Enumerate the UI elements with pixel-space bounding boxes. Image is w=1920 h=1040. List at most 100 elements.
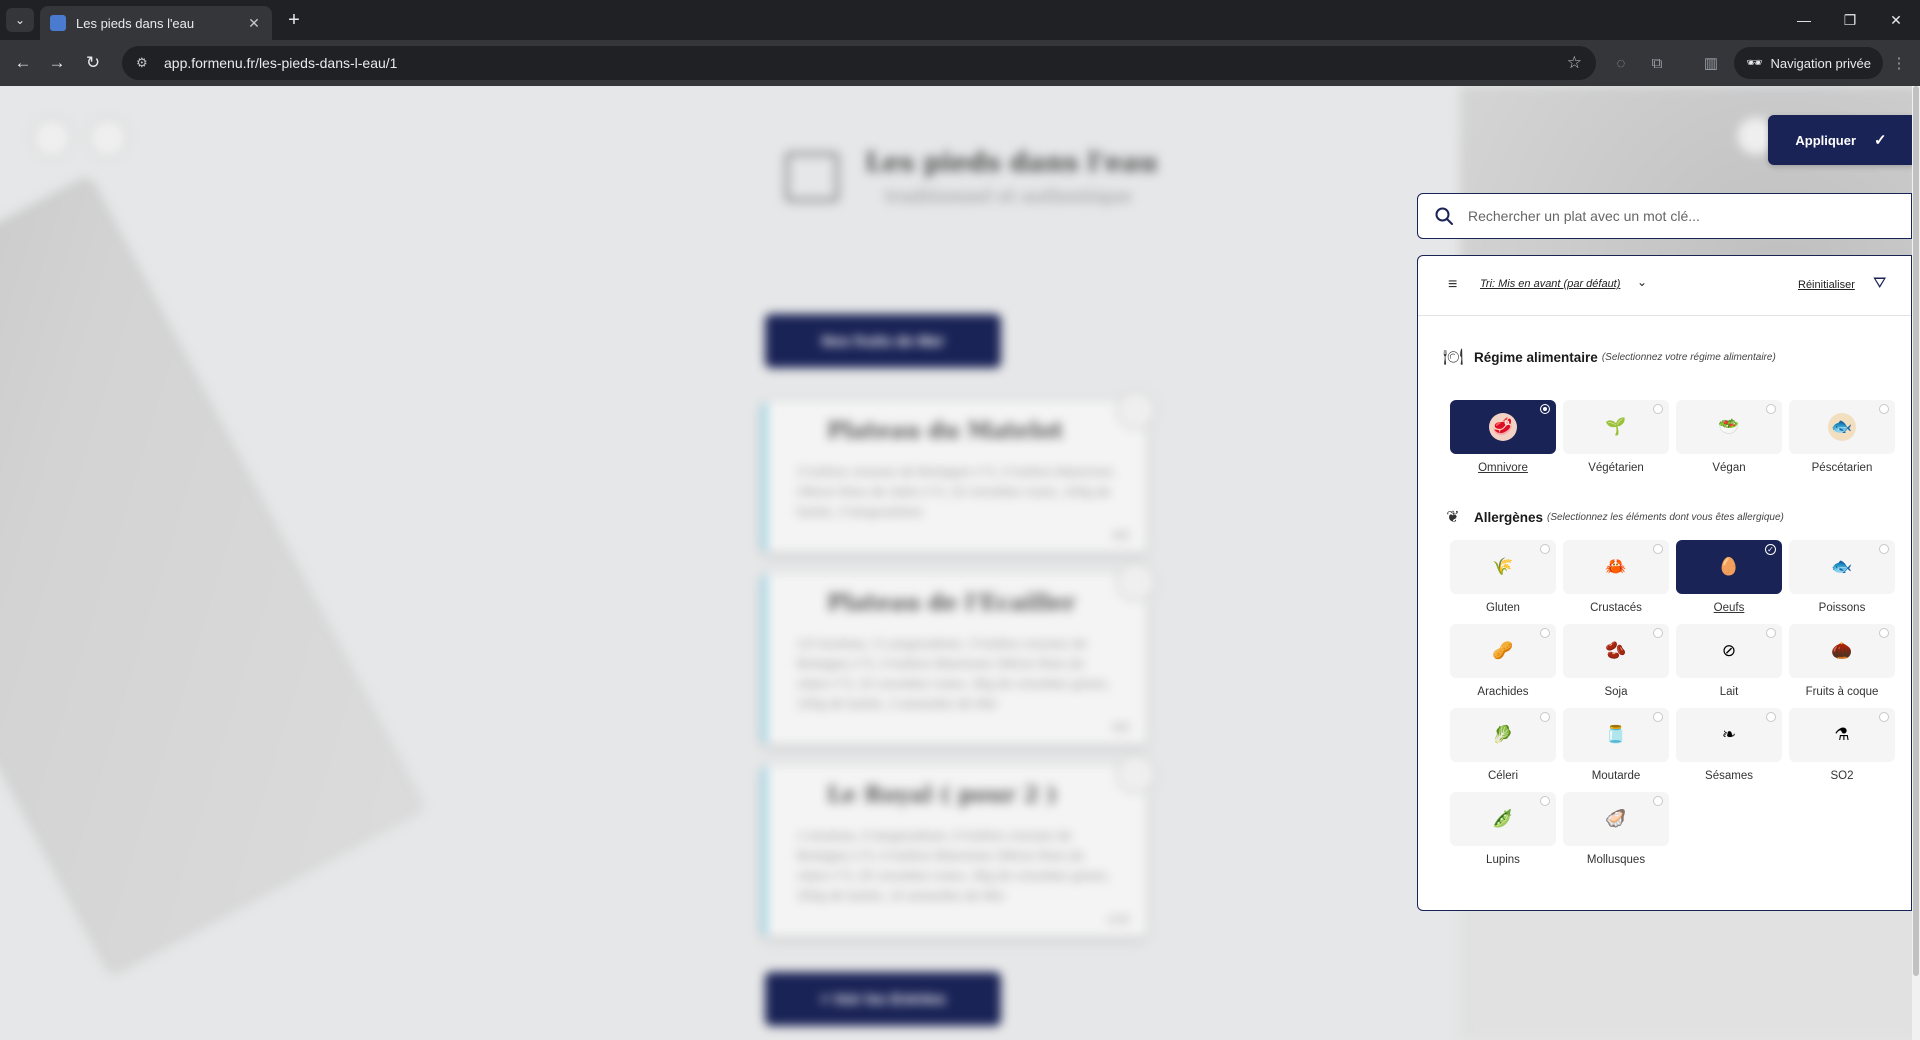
allergen-card[interactable]: ⚗ [1789,708,1895,762]
browser-tab[interactable]: Les pieds dans l'eau ✕ [40,6,272,40]
check-icon: ✓ [1874,132,1887,149]
back-icon[interactable]: ← [10,50,36,76]
allergen-card[interactable]: ⊘ [1676,624,1782,678]
reload-icon[interactable]: ↻ [80,50,106,76]
allergen-card[interactable]: 🫘 [1563,624,1669,678]
dish-favorite-button[interactable] [1116,390,1156,430]
more-menu-icon[interactable]: ⋮ [1888,52,1910,74]
egg-icon: 🥚 [1718,557,1740,576]
dish-price: 115€ [1106,914,1130,926]
checkbox [1540,712,1550,722]
sprout-icon: 🌱 [1605,417,1627,436]
allergen-card[interactable]: 🫛 [1450,792,1556,846]
dish-card[interactable]: Plateau du Matelot 3 huîtres creuses de … [762,390,1156,552]
diet-card[interactable]: 🐟 [1789,400,1895,454]
allergen-card[interactable]: 🌾 [1450,540,1556,594]
browser-toolbar: ← → ↻ ⚙ app.formenu.fr/les-pieds-dans-l-… [0,40,1920,86]
diet-card[interactable]: 🥗 [1676,400,1782,454]
diet-card[interactable]: 🌱 [1563,400,1669,454]
dish-favorite-button[interactable] [1116,562,1156,602]
allergen-card[interactable]: ❧ [1676,708,1782,762]
radio [1879,404,1889,414]
sort-icon[interactable]: ≡ [1448,276,1464,293]
sort-dropdown[interactable]: Tri: Mis en avant (par défaut) [1480,278,1620,290]
allergen-option-crustaces[interactable]: 🦀 Crustacés [1563,540,1669,614]
allergen-card[interactable]: 🦀 [1563,540,1669,594]
url-text: app.formenu.fr/les-pieds-dans-l-eau/1 [164,55,398,71]
bookmark-star-icon[interactable]: ☆ [1567,53,1582,73]
allergen-label: Soja [1604,686,1628,698]
allergen-option-sesames[interactable]: ❧ Sésames [1676,708,1782,782]
close-tab-icon[interactable]: ✕ [246,15,262,32]
allergen-label: Mollusques [1586,854,1646,866]
dish-favorite-button[interactable] [1116,754,1156,794]
diet-option-vegan[interactable]: 🥗 Végan [1676,400,1782,474]
checkbox [1653,544,1663,554]
diet-card[interactable]: 🥩 [1450,400,1556,454]
side-panel-icon[interactable]: ▥ [1700,52,1722,74]
allergen-option-arachides[interactable]: 🥜 Arachides [1450,624,1556,698]
allergen-label: Sésames [1705,770,1753,782]
extensions-icon[interactable]: ⧉ [1646,52,1668,74]
allergen-card[interactable]: 🐟 [1789,540,1895,594]
minimize-icon[interactable]: — [1790,8,1818,32]
menu-back-button[interactable] [32,118,72,158]
allergen-card[interactable]: 🥬 [1450,708,1556,762]
allergen-card[interactable]: 🌰 [1789,624,1895,678]
diet-option-omnivore[interactable]: 🥩 Omnivore [1450,400,1556,474]
diet-label: Végétarien [1588,462,1644,474]
peanut-icon: 🥜 [1492,641,1514,660]
allergen-card[interactable]: 🫙 [1563,708,1669,762]
allergen-option-celeri[interactable]: 🥬 Céleri [1450,708,1556,782]
nut-icon: 🌰 [1831,641,1853,660]
allergen-option-so2[interactable]: ⚗ SO2 [1789,708,1895,782]
chevron-down-icon[interactable]: ⌄ [1637,275,1647,289]
search-box[interactable] [1417,193,1912,239]
allergen-option-moutarde[interactable]: 🫙 Moutarde [1563,708,1669,782]
allergen-option-lait[interactable]: ⊘ Lait [1676,624,1782,698]
wheat-icon: 🌾 [1492,557,1514,576]
filter-reset-icon[interactable]: ⛛ [1873,275,1886,293]
incognito-badge[interactable]: 🕶 Navigation privée [1734,47,1883,79]
site-info-icon[interactable]: ⚙ [136,55,152,71]
diet-option-pescetarien[interactable]: 🐟 Péscétarien [1789,400,1895,474]
address-bar[interactable]: ⚙ app.formenu.fr/les-pieds-dans-l-eau/1 … [122,46,1596,80]
checkbox [1653,628,1663,638]
dish-title: Le Royal ( pour 2 ) [827,782,1057,808]
allergens-hint: (Selectionnez les éléments dont vous ête… [1547,511,1784,523]
diet-option-vegetarien[interactable]: 🌱 Végétarien [1563,400,1669,474]
dish-card[interactable]: Le Royal ( pour 2 ) 1 tourteau, 6 langou… [762,754,1156,936]
scrollbar-thumb[interactable] [1913,86,1919,976]
forward-icon[interactable]: → [44,50,70,76]
category-button[interactable]: Nos fruits de Mer [765,314,1001,368]
see-starters-button[interactable]: < Voir les Entrées [765,972,1001,1026]
page-scrollbar[interactable] [1912,86,1920,1040]
allergen-option-oeufs[interactable]: ✓ 🥚 Oeufs [1676,540,1782,614]
allergen-option-mollusques[interactable]: 🦪 Mollusques [1563,792,1669,866]
allergen-label: Lait [1719,686,1739,698]
menu-language-button[interactable] [88,118,128,158]
eye-off-icon[interactable]: ◌ [1610,52,1632,74]
restore-icon[interactable]: ❐ [1836,8,1864,32]
allergen-option-lupins[interactable]: 🫛 Lupins [1450,792,1556,866]
allergen-option-gluten[interactable]: 🌾 Gluten [1450,540,1556,614]
celery-icon: 🥬 [1492,725,1514,744]
search-input[interactable] [1468,208,1911,224]
allergen-label: Poissons [1818,602,1866,614]
allergen-card[interactable]: ✓ 🥚 [1676,540,1782,594]
close-window-icon[interactable]: ✕ [1882,8,1910,32]
checkbox [1653,712,1663,722]
allergen-card[interactable]: 🥜 [1450,624,1556,678]
allergen-card[interactable]: 🦪 [1563,792,1669,846]
allergen-option-soja[interactable]: 🫘 Soja [1563,624,1669,698]
tab-search-icon[interactable]: ⌄ [6,8,34,32]
reset-button[interactable]: Réinitialiser [1798,279,1855,291]
restaurant-name: Les pieds dans l'eau [865,148,1158,178]
new-tab-icon[interactable]: + [282,8,306,32]
allergen-option-fruits-a-coque[interactable]: 🌰 Fruits à coque [1789,624,1895,698]
no-milk-icon: ⊘ [1721,641,1737,660]
apply-button[interactable]: Appliquer ✓ [1768,115,1914,165]
allergen-option-poissons[interactable]: 🐟 Poissons [1789,540,1895,614]
dish-card[interactable]: Plateau de l'Ecailler 1/2 tourteau, 3 La… [762,562,1156,744]
filter-panel-header: ≡ Tri: Mis en avant (par défaut) ⌄ Réini… [1418,256,1911,316]
